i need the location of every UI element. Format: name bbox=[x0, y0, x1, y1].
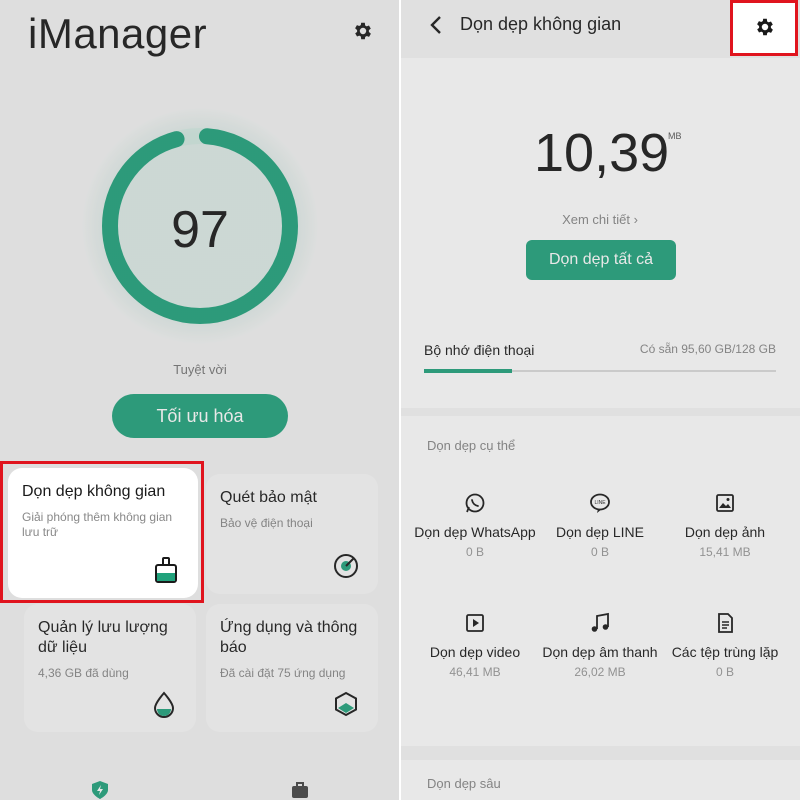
settings-gear-icon[interactable] bbox=[754, 16, 776, 38]
whatsapp-icon bbox=[465, 493, 485, 513]
radar-icon bbox=[334, 554, 358, 578]
imanager-home-screen: iManager 97 Tuyệt vời Tối ưu hóa Quét bả… bbox=[0, 0, 400, 800]
shield-bolt-icon[interactable] bbox=[90, 780, 110, 800]
see-detail-link[interactable]: Xem chi tiết › bbox=[400, 212, 800, 227]
back-arrow-icon[interactable] bbox=[428, 14, 446, 36]
music-icon bbox=[591, 612, 609, 632]
settings-gear-icon[interactable] bbox=[352, 20, 374, 42]
drop-icon bbox=[153, 691, 175, 718]
line-icon: LINE bbox=[590, 493, 610, 513]
section-title: Dọn dẹp cụ thể bbox=[427, 438, 516, 453]
item-size: 26,02 MB bbox=[574, 665, 626, 679]
space-cleanup-screen: Dọn dẹp không gian 10,39 MB Xem chi tiết… bbox=[400, 0, 800, 800]
item-size: 46,41 MB bbox=[449, 665, 501, 679]
memory-available: Có sẵn 95,60 GB/128 GB bbox=[639, 342, 776, 356]
phone-memory-tab[interactable]: Bộ nhớ điện thoại bbox=[424, 342, 534, 358]
page-title: Dọn dẹp không gian bbox=[460, 14, 622, 34]
toolbox-icon[interactable] bbox=[290, 780, 310, 800]
cleanup-item-audio[interactable]: Dọn dẹp âm thanh 26,02 MB bbox=[538, 612, 662, 680]
health-score-label: Tuyệt vời bbox=[173, 362, 227, 377]
health-score-value: 97 bbox=[171, 201, 229, 259]
cleanup-item-video[interactable]: Dọn dẹp video 46,41 MB bbox=[413, 612, 537, 680]
card-subtitle: Giải phóng thêm không gian lưu trữ bbox=[22, 510, 173, 539]
junk-size-unit: MB bbox=[668, 131, 682, 141]
optimize-button[interactable]: Tối ưu hóa bbox=[112, 394, 288, 438]
clean-all-button[interactable]: Dọn dẹp tất cả bbox=[526, 240, 676, 280]
item-size: 0 B bbox=[590, 545, 609, 559]
card-title: Quét bảo mật bbox=[220, 489, 317, 506]
broom-icon bbox=[155, 557, 177, 583]
cleanup-item-duplicates[interactable]: Các tệp trùng lặp 0 B bbox=[663, 612, 787, 680]
card-title: Dọn dẹp không gian bbox=[22, 483, 166, 500]
video-icon bbox=[466, 614, 484, 632]
item-label: Dọn dẹp âm thanh bbox=[542, 644, 658, 660]
item-label: Dọn dẹp video bbox=[429, 644, 521, 660]
svg-text:LINE: LINE bbox=[594, 500, 606, 506]
space-cleanup-card[interactable]: Dọn dẹp không gian Giải phóng thêm không… bbox=[8, 468, 198, 598]
specific-cleanup-panel bbox=[400, 416, 800, 746]
card-subtitle: Bảo vệ điện thoại bbox=[220, 516, 313, 530]
item-label: Dọn dẹp ảnh bbox=[684, 524, 766, 540]
card-title: Quản lý lưu lượng dữ liệu bbox=[38, 619, 168, 656]
item-size: 15,41 MB bbox=[699, 545, 751, 559]
cleanup-item-whatsapp[interactable]: Dọn dẹp WhatsApp 0 B bbox=[413, 492, 537, 560]
item-label: Dọn dẹp WhatsApp bbox=[414, 524, 536, 540]
item-label: Dọn dẹp LINE bbox=[556, 524, 644, 540]
app-title: iManager bbox=[28, 10, 208, 57]
item-size: 0 B bbox=[715, 665, 734, 679]
security-scan-card[interactable]: Quét bảo mật Bảo vệ điện thoại bbox=[206, 474, 378, 594]
cleanup-item-photos[interactable]: Dọn dẹp ảnh 15,41 MB bbox=[663, 492, 787, 560]
memory-usage-bar bbox=[424, 369, 512, 373]
apps-notifications-card[interactable]: Ứng dụng và thông báo Đã cài đặt 75 ứng … bbox=[206, 604, 378, 732]
duplicate-file-icon bbox=[718, 613, 733, 633]
hexagon-icon bbox=[335, 691, 357, 717]
deep-cleanup-title: Dọn dẹp sâu bbox=[427, 776, 501, 791]
pane-divider bbox=[399, 0, 401, 800]
card-title: Ứng dụng và thông báo bbox=[220, 619, 358, 656]
card-subtitle: Đã cài đặt 75 ứng dụng bbox=[220, 666, 346, 680]
item-size: 0 B bbox=[465, 545, 484, 559]
settings-highlight-box[interactable] bbox=[730, 0, 798, 56]
data-usage-card[interactable]: Quản lý lưu lượng dữ liệu 4,36 GB đã dùn… bbox=[24, 604, 196, 732]
junk-size-value: 10,39 bbox=[534, 123, 670, 183]
image-icon bbox=[716, 494, 734, 512]
card-subtitle: 4,36 GB đã dùng bbox=[38, 666, 129, 680]
item-label: Các tệp trùng lặp bbox=[671, 644, 779, 660]
cleanup-item-line[interactable]: LINE Dọn dẹp LINE 0 B bbox=[538, 492, 662, 560]
